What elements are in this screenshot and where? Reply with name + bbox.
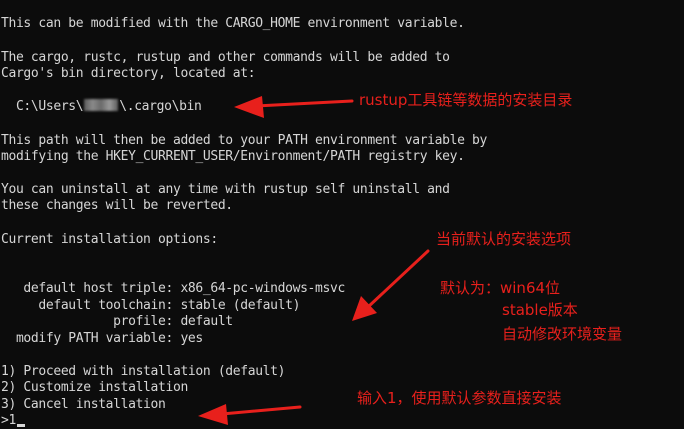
annotation-toolchain-dir: rustup工具链等数据的安装目录 <box>359 91 573 109</box>
arrow-to-options-head <box>352 296 377 321</box>
annotation-default-win64: 默认为：win64位 <box>440 279 561 297</box>
arrow-to-options <box>366 249 430 309</box>
annotation-auto-env: 自动修改环境变量 <box>502 325 623 343</box>
annotation-arrows <box>198 96 430 425</box>
annotation-stable-version: stable版本 <box>502 301 578 319</box>
arrow-to-input <box>220 405 302 416</box>
annotation-current-options: 当前默认的安装选项 <box>436 230 572 248</box>
arrow-to-input-head <box>198 404 228 425</box>
annotation-input-one: 输入1，使用默认参数直接安装 <box>357 389 562 407</box>
arrow-to-path <box>254 99 354 108</box>
arrow-to-path-head <box>234 96 264 118</box>
